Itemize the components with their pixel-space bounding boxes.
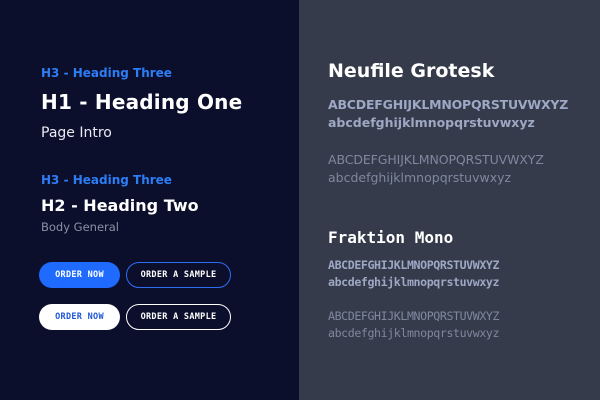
mono-bold-lowercase: abcdefghijklmnopqrstuvwxyz (328, 275, 500, 289)
grotesk-bold-uppercase: ABCDEFGHIJKLMNOPQRSTUVWXYZ (328, 97, 569, 112)
grotesk-regular-uppercase: ABCDEFGHIJKLMNOPQRSTUVWXYZ (328, 152, 544, 167)
grotesk-bold-lowercase: abcdefghijklmnopqrstuvwxyz (328, 115, 535, 130)
order-now-button[interactable]: ORDER NOW (39, 262, 120, 288)
h3-sample-1: H3 - Heading Three (41, 66, 172, 80)
mono-bold-uppercase: ABCDEFGHIJKLMNOPQRSTUVWXYZ (328, 258, 500, 272)
mono-typeface-title: Fraktion Mono (328, 228, 454, 247)
typeface-specimens-panel: Neufile Grotesk ABCDEFGHIJKLMNOPQRSTUVWX… (299, 0, 600, 400)
h2-sample: H2 - Heading Two (41, 196, 199, 215)
mono-regular-lowercase: abcdefghijklmnopqrstuvwxyz (328, 326, 500, 340)
page-intro-sample: Page Intro (41, 125, 112, 141)
typography-style-guide: H3 - Heading Three H1 - Heading One Page… (0, 0, 600, 400)
mono-regular-uppercase: ABCDEFGHIJKLMNOPQRSTUVWXYZ (328, 309, 500, 323)
order-a-sample-button[interactable]: ORDER A SAMPLE (126, 262, 231, 288)
h3-sample-2: H3 - Heading Three (41, 173, 172, 187)
grotesk-typeface-title: Neufile Grotesk (328, 60, 495, 82)
body-general-sample: Body General (41, 220, 120, 234)
grotesk-regular-lowercase: abcdefghijklmnopqrstuvwxyz (328, 170, 512, 185)
heading-styles-panel: H3 - Heading Three H1 - Heading One Page… (0, 0, 299, 400)
order-a-sample-button-inverse[interactable]: ORDER A SAMPLE (126, 304, 231, 330)
h1-sample: H1 - Heading One (41, 90, 243, 114)
order-now-button-inverse[interactable]: ORDER NOW (39, 304, 120, 330)
